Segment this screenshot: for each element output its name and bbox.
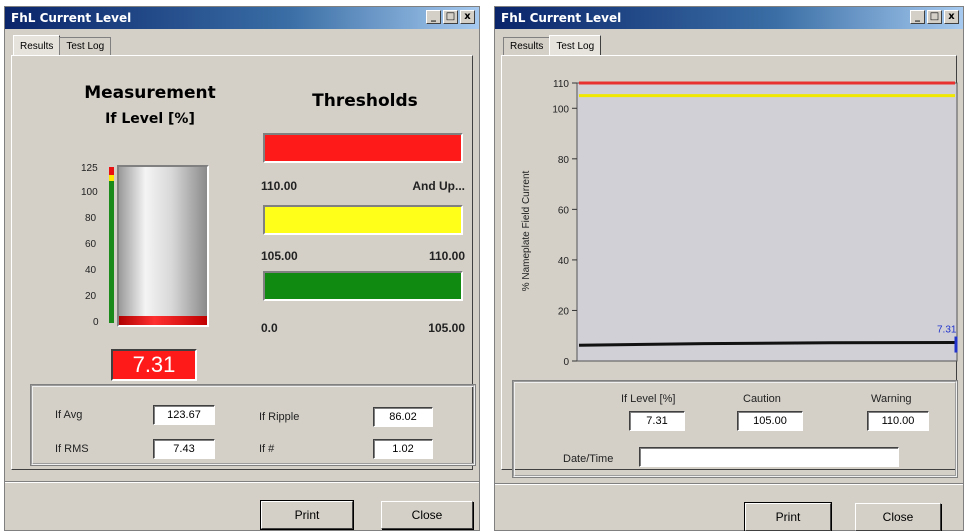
form-factor-label: If # [259, 443, 275, 455]
scale-label: 40 [85, 265, 97, 276]
window-title: FhL Current Level [11, 11, 132, 25]
alarm-threshold-low: 110.00 [261, 179, 298, 193]
chart-area: 110 100 80 60 40 20 0 7.31 % Nameplate Field Cu… [515, 71, 959, 371]
close-button[interactable]: Close [855, 503, 941, 531]
current-values-group: If Level [%] 7.31 Caution 105.00 Warning… [512, 380, 958, 478]
thresholds-title: Thresholds [312, 91, 418, 111]
alarm-threshold-bar [263, 133, 463, 163]
tab-results[interactable]: Results [13, 35, 61, 55]
alarm-threshold-high: And Up... [412, 179, 465, 193]
datetime-label: Date/Time [563, 453, 614, 465]
normal-threshold-bar [263, 271, 463, 301]
y-tick-label: 80 [558, 155, 570, 166]
maximize-icon[interactable]: □ [443, 10, 458, 24]
y-tick-label: 110 [553, 79, 569, 90]
results-window: FhL Current Level _ □ x Results Test Log… [4, 6, 480, 531]
minimize-icon[interactable]: _ [426, 10, 441, 24]
y-tick-label: 100 [552, 104, 569, 115]
rms-label: If RMS [55, 443, 89, 455]
avg-label: If Avg [55, 409, 83, 421]
window-title: FhL Current Level [501, 11, 622, 25]
maximize-icon[interactable]: □ [927, 10, 942, 24]
scale-label: 60 [85, 239, 97, 250]
separator [5, 481, 479, 483]
tab-strip: Results Test Log [13, 35, 112, 55]
plot-area [576, 82, 958, 362]
close-icon[interactable]: x [944, 10, 959, 24]
gauge-scale-strip [109, 167, 114, 323]
y-tick-label: 0 [563, 357, 569, 368]
caution-threshold-low: 105.00 [261, 249, 298, 263]
warning-field: 110.00 [867, 411, 929, 431]
tab-strip: Results Test Log [503, 35, 602, 55]
title-bar[interactable]: FhL Current Level _ □ x [5, 7, 479, 29]
close-icon[interactable]: x [460, 10, 475, 24]
print-button[interactable]: Print [260, 500, 354, 530]
measurement-unit: If Level [%] [105, 111, 195, 127]
rms-field: 7.43 [153, 439, 215, 459]
tab-test-log[interactable]: Test Log [59, 37, 112, 55]
close-button[interactable]: Close [381, 501, 473, 529]
tab-test-log[interactable]: Test Log [549, 35, 602, 55]
scale-label: 100 [81, 187, 98, 198]
y-axis-label: % Nameplate Field Current [521, 170, 532, 291]
avg-field: 123.67 [153, 405, 215, 425]
ripple-label: If Ripple [259, 411, 300, 423]
level-field: 7.31 [629, 411, 685, 431]
y-tick-label: 60 [558, 205, 570, 216]
y-tick-label: 40 [558, 256, 570, 267]
separator [495, 483, 963, 485]
tab-results[interactable]: Results [503, 37, 551, 55]
level-gauge [117, 165, 209, 327]
caution-label: Caution [743, 393, 781, 405]
scale-label: 0 [93, 317, 99, 328]
scale-label: 20 [85, 291, 97, 302]
level-label: If Level [%] [621, 393, 676, 405]
datetime-field [639, 447, 899, 467]
statistics-group: If Avg 123.67 If RMS 7.43 If Ripple 86.0… [30, 384, 476, 466]
measurement-title: Measurement [84, 83, 216, 103]
y-tick-label: 20 [558, 306, 570, 317]
scale-label: 125 [81, 163, 98, 174]
scale-label: 80 [85, 213, 97, 224]
title-bar[interactable]: FhL Current Level _ □ x [495, 7, 963, 29]
minimize-icon[interactable]: _ [910, 10, 925, 24]
caution-threshold-bar [263, 205, 463, 235]
level-value-display: 7.31 [111, 349, 197, 381]
level-gauge-fill [119, 315, 207, 325]
form-factor-field: 1.02 [373, 439, 433, 459]
ripple-field: 86.02 [373, 407, 433, 427]
warning-label: Warning [871, 393, 912, 405]
caution-threshold-high: 110.00 [428, 249, 465, 263]
normal-threshold-high: 105.00 [428, 321, 465, 335]
test-log-window: FhL Current Level _ □ x Results Test Log… [494, 6, 964, 531]
caution-field: 105.00 [737, 411, 803, 431]
end-value-label: 7.31 [937, 325, 957, 336]
normal-threshold-low: 0.0 [261, 321, 278, 335]
trend-chart: 110 100 80 60 40 20 0 7.31 % Nameplate Field Cu… [521, 79, 958, 368]
print-button[interactable]: Print [744, 502, 832, 531]
